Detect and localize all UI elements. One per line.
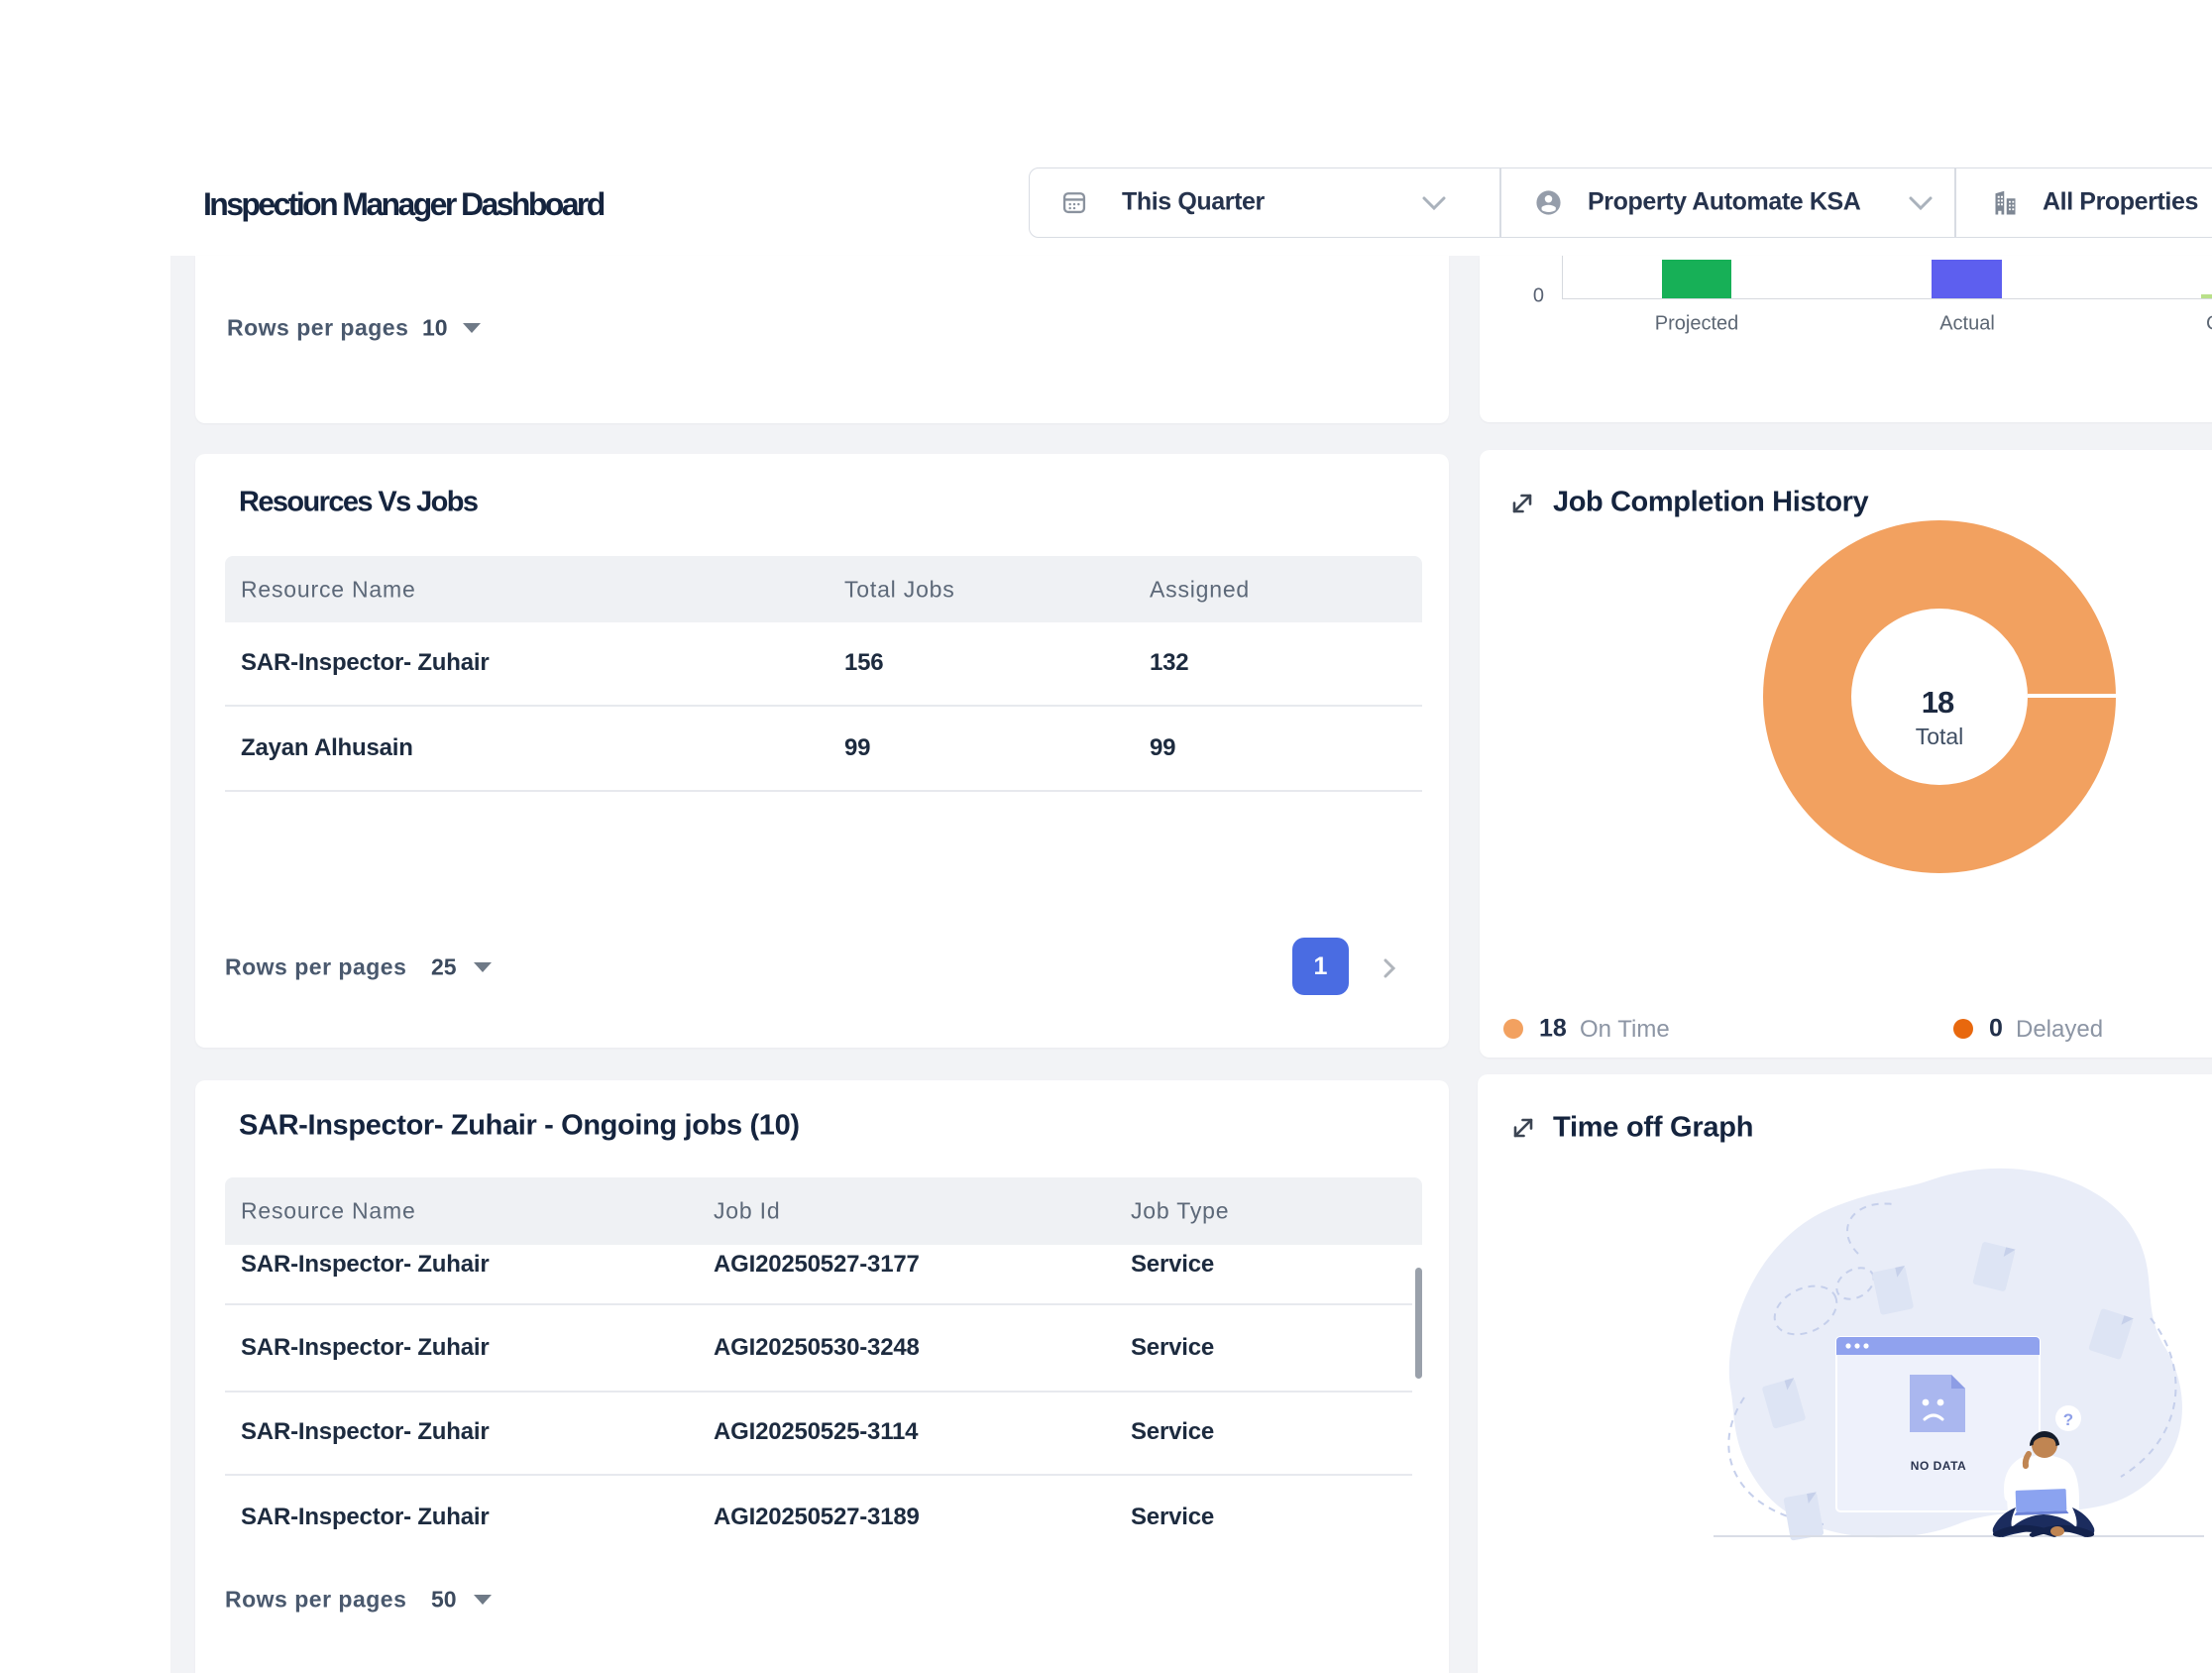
svg-text:?: ? [2063,1410,2073,1429]
svg-text:NO DATA: NO DATA [1911,1459,1966,1473]
